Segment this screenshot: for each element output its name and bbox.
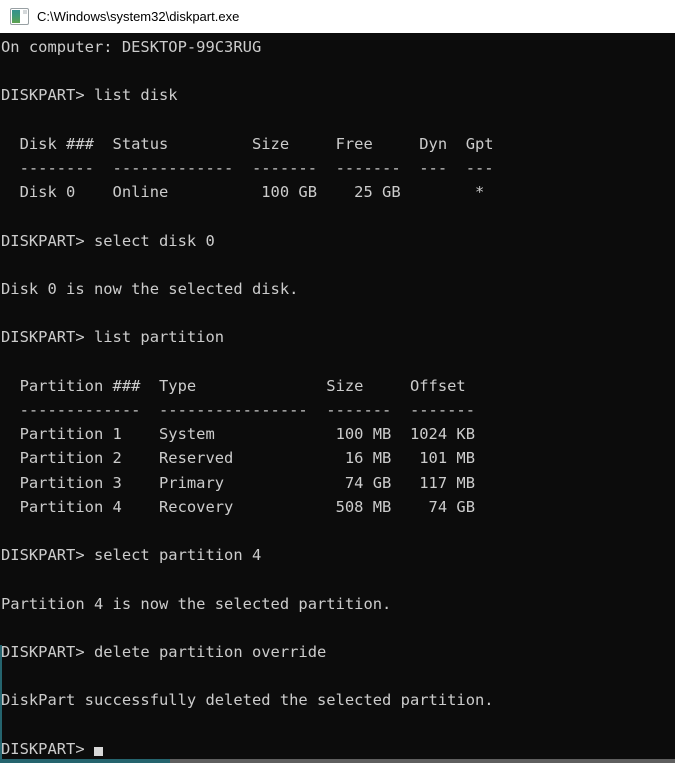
console-output: On computer: DESKTOP-99C3RUG DISKPART> l… xyxy=(1,38,494,709)
diskpart-window: C:\Windows\system32\diskpart.exe On comp… xyxy=(0,0,675,763)
window-title: C:\Windows\system32\diskpart.exe xyxy=(37,9,239,24)
window-border-left-accent xyxy=(0,645,2,763)
window-border-bottom-accent xyxy=(0,759,170,763)
console-window-icon-pane xyxy=(12,10,20,23)
console-text: On computer: DESKTOP-99C3RUG DISKPART> l… xyxy=(0,33,675,761)
text-cursor xyxy=(94,747,103,756)
console-window-icon-strip xyxy=(23,10,27,14)
console-prompt: DISKPART> xyxy=(1,740,94,758)
titlebar[interactable]: C:\Windows\system32\diskpart.exe xyxy=(0,0,675,33)
console-window-icon xyxy=(10,8,29,25)
console-screen[interactable]: On computer: DESKTOP-99C3RUG DISKPART> l… xyxy=(0,33,675,763)
window-border-bottom xyxy=(170,759,675,763)
